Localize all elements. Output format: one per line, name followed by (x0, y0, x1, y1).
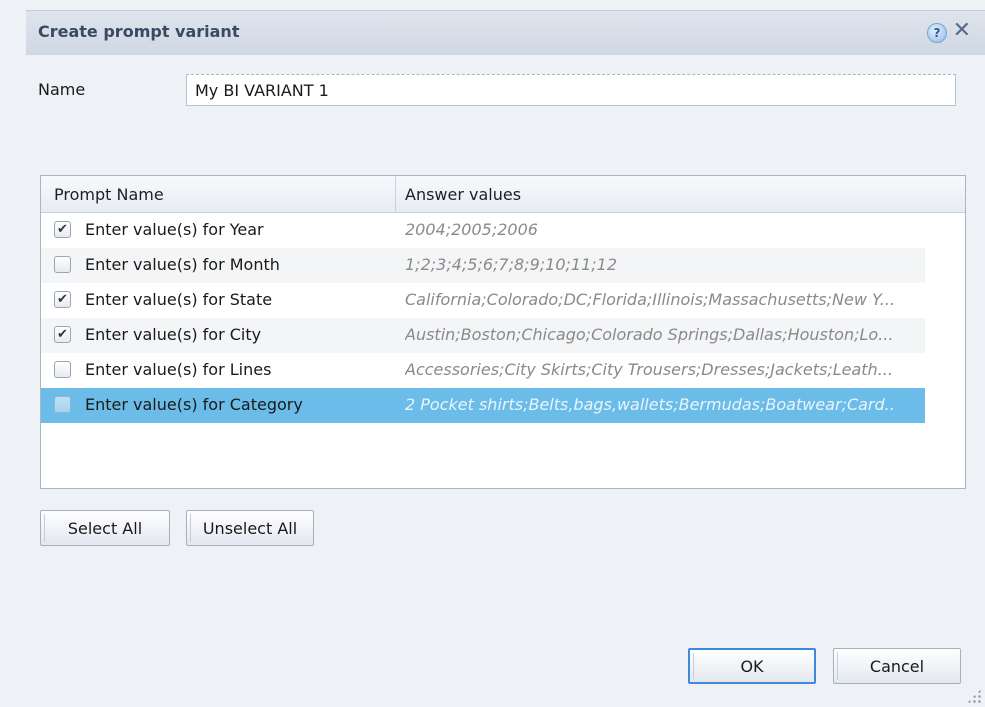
answer-values-cell: California;Colorado;DC;Florida;Illinois;… (405, 290, 895, 309)
name-label: Name (38, 80, 86, 99)
table-row[interactable]: Enter value(s) for Lines Accessories;Cit… (41, 353, 925, 388)
row-checkbox-checked[interactable]: ✔ (54, 326, 71, 343)
column-divider[interactable] (395, 176, 396, 212)
column-header-prompt-name[interactable]: Prompt Name (54, 185, 164, 204)
row-checkbox[interactable] (54, 256, 71, 273)
dialog-titlebar[interactable]: Create prompt variant ? ✕ (26, 10, 985, 55)
table-row[interactable]: Enter value(s) for Category 2 Pocket shi… (41, 388, 925, 423)
row-checkbox[interactable] (54, 361, 71, 378)
table-row[interactable]: ✔ Enter value(s) for City Austin;Boston;… (41, 318, 925, 353)
close-icon[interactable]: ✕ (953, 19, 971, 43)
resize-grip-icon[interactable] (967, 689, 981, 703)
create-prompt-variant-dialog: Create prompt variant ? ✕ Name Prompt Na… (0, 0, 985, 707)
grid-header: Prompt Name Answer values (41, 176, 965, 213)
prompt-name-cell: Enter value(s) for City (85, 325, 262, 344)
answer-values-cell: Austin;Boston;Chicago;Colorado Springs;D… (405, 325, 894, 344)
name-input[interactable] (186, 74, 956, 106)
prompt-name-cell: Enter value(s) for Year (85, 220, 264, 239)
unselect-all-button[interactable]: Unselect All (186, 510, 314, 546)
prompt-name-cell: Enter value(s) for Lines (85, 360, 272, 379)
table-row[interactable]: ✔ Enter value(s) for Year 2004;2005;2006 (41, 213, 925, 248)
answer-values-cell: 2 Pocket shirts;Belts,bags,wallets;Bermu… (405, 395, 895, 414)
dialog-title: Create prompt variant (38, 22, 240, 41)
answer-values-cell: 1;2;3;4;5;6;7;8;9;10;11;12 (405, 255, 617, 274)
table-row[interactable]: Enter value(s) for Month 1;2;3;4;5;6;7;8… (41, 248, 925, 283)
row-checkbox-checked[interactable]: ✔ (54, 221, 71, 238)
prompt-name-cell: Enter value(s) for State (85, 290, 273, 309)
answer-values-cell: 2004;2005;2006 (405, 220, 538, 239)
select-all-button[interactable]: Select All (40, 510, 170, 546)
table-row[interactable]: ✔ Enter value(s) for State California;Co… (41, 283, 925, 318)
cancel-button[interactable]: Cancel (833, 648, 961, 684)
row-checkbox-checked[interactable]: ✔ (54, 291, 71, 308)
column-header-answer-values[interactable]: Answer values (405, 185, 521, 204)
prompt-name-cell: Enter value(s) for Category (85, 395, 303, 414)
prompt-grid: Prompt Name Answer values ✔ Enter value(… (40, 175, 966, 489)
answer-values-cell: Accessories;City Skirts;City Trousers;Dr… (405, 360, 893, 379)
ok-button[interactable]: OK (688, 648, 816, 684)
row-checkbox[interactable] (54, 396, 71, 413)
prompt-name-cell: Enter value(s) for Month (85, 255, 280, 274)
help-icon[interactable]: ? (927, 23, 947, 43)
